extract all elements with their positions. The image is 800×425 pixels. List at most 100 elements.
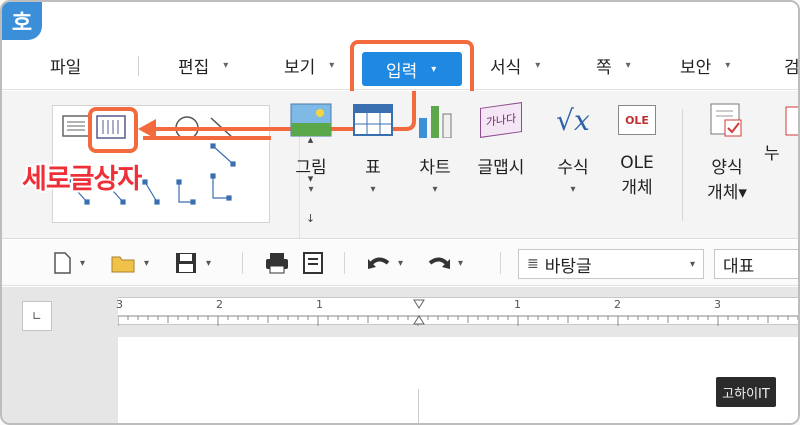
print-preview-icon [303, 252, 323, 274]
paragraph-style-value: 바탕글 [544, 256, 592, 277]
horizontal-ruler[interactable]: 3 2 1 1 2 3 [116, 297, 798, 326]
ruler-label: 3 [116, 298, 123, 311]
app-logo[interactable]: 호 [2, 2, 42, 40]
tool-form-object-label2: 개체▾ [707, 183, 747, 203]
menu-review-label: 검 [784, 57, 800, 78]
save-icon [176, 253, 196, 273]
menu-edit-label: 편집 [178, 57, 210, 78]
tool-partial-label: 누 [764, 144, 780, 164]
chevron-down-icon: ▾ [689, 258, 695, 270]
title-bar: 호 [2, 2, 798, 40]
menu-page[interactable]: 쪽 ▾ [596, 52, 631, 78]
chart-icon [414, 101, 456, 139]
redo-icon [428, 257, 450, 269]
open-button[interactable]: ▾ [110, 250, 149, 276]
vertical-ruler[interactable] [22, 337, 50, 423]
new-document-icon [54, 252, 71, 274]
tool-picture-label: 그림 [295, 158, 327, 178]
tool-picture[interactable]: 그림 ▾ [282, 101, 340, 195]
annotation-label: 세로글상자 [22, 164, 142, 195]
chevron-down-icon: ▾ [570, 184, 576, 195]
ruler-label: 3 [714, 298, 721, 311]
watermark: 고하이IT [716, 377, 776, 407]
chevron-down-icon: ▾ [144, 257, 150, 269]
tool-wordart[interactable]: 가나다 글맵시 [472, 101, 530, 178]
chevron-down-icon: ▾ [223, 59, 229, 71]
redo-button[interactable]: ▾ [426, 250, 463, 276]
document-page[interactable] [118, 337, 798, 423]
menu-security-label: 보안 [680, 57, 712, 78]
chevron-down-icon: ▾ [370, 184, 376, 195]
tool-table[interactable]: 표 ▾ [344, 101, 402, 195]
toolbar-separator [242, 252, 243, 274]
tab-stop-toggle[interactable]: ∟ [22, 301, 52, 331]
menu-file[interactable]: 파일 [50, 52, 81, 78]
chevron-down-icon: ▾ [329, 59, 335, 71]
menu-file-label: 파일 [50, 57, 82, 78]
tool-chart-label: 차트 [419, 158, 451, 178]
tool-partial[interactable]: 누 [764, 101, 798, 164]
menu-format-label: 서식 [490, 57, 522, 78]
tool-wordart-label: 글맵시 [477, 158, 525, 178]
tool-table-label: 표 [365, 158, 381, 178]
menu-page-label: 쪽 [596, 57, 612, 78]
tool-formula[interactable]: √x 수식 ▾ [544, 101, 602, 196]
menu-view-label: 보기 [284, 57, 316, 78]
menu-view[interactable]: 보기 ▾ [284, 52, 334, 78]
chevron-down-icon: ▾ [308, 184, 314, 195]
ole-icon-text: OLE [618, 105, 656, 135]
tool-form-object[interactable]: 양식 개체▾ [698, 101, 756, 203]
chevron-down-icon: ▾ [535, 59, 541, 71]
menu-format[interactable]: 서식 ▾ [490, 52, 540, 78]
formula-icon-text: √x [556, 103, 590, 137]
tool-form-object-label: 양식 [711, 158, 743, 178]
formula-icon: √x [552, 101, 594, 139]
chevron-down-icon: ▾ [80, 257, 86, 269]
undo-button[interactable]: ▾ [366, 250, 403, 276]
ruler-label: 2 [614, 298, 621, 311]
menu-input-label: 입력 [386, 61, 418, 82]
menu-edit[interactable]: 편집 ▾ [178, 52, 228, 78]
toolbar: ▾ ▾ ▾ ▾ ▾ ≣ 바탕글 ▾ 대표 [2, 240, 798, 286]
chevron-down-icon: ▾ [432, 184, 438, 195]
folder-icon [111, 256, 135, 273]
ribbon-separator [682, 109, 683, 221]
wordart-icon-text: 가나다 [480, 102, 522, 138]
chevron-down-icon: ▾ [206, 257, 212, 269]
undo-icon [368, 257, 390, 269]
partial-icon [764, 101, 798, 139]
tool-ole[interactable]: OLE OLE 개체 [608, 101, 666, 198]
table-icon [352, 101, 394, 139]
toolbar-separator [500, 252, 501, 274]
tab-stop-icon: ∟ [31, 309, 43, 323]
ruler-label: 1 [514, 298, 521, 311]
print-button[interactable] [264, 250, 290, 276]
save-button[interactable]: ▾ [174, 250, 211, 276]
picture-icon [290, 101, 332, 139]
font-select[interactable]: 대표 [714, 249, 798, 279]
paragraph-style-select[interactable]: ≣ 바탕글 ▾ [518, 249, 704, 279]
tool-chart[interactable]: 차트 ▾ [406, 101, 464, 195]
chevron-down-icon: ▾ [625, 59, 631, 71]
tool-ole-label: OLE [620, 153, 654, 173]
chevron-down-icon: ▾ [398, 257, 404, 269]
preview-button[interactable] [302, 250, 324, 276]
chevron-down-icon: ▾ [458, 257, 464, 269]
app-window: 호 파일 편집 ▾ 보기 ▾ 서식 ▾ 쪽 ▾ 보안 ▾ 검 입력 ▾ ▴ ▾ … [0, 0, 800, 425]
menu-security[interactable]: 보안 ▾ [680, 52, 730, 78]
tool-ole-label2: 개체 [621, 178, 653, 198]
tool-formula-label: 수식 [557, 158, 589, 178]
form-icon [706, 101, 748, 139]
ruler-label: 1 [316, 298, 323, 311]
toolbar-separator [344, 252, 345, 274]
menu-input[interactable]: 입력 ▾ [362, 52, 462, 86]
menu-separator [138, 56, 139, 76]
font-value: 대표 [723, 256, 755, 277]
printer-icon [266, 253, 288, 274]
workspace: ∟ 3 2 1 1 2 3 [2, 287, 798, 423]
menu-review-partial[interactable]: 검 [784, 52, 800, 78]
wordart-icon: 가나다 [480, 101, 522, 139]
new-document-button[interactable]: ▾ [52, 250, 85, 276]
paragraph-style-icon: ≣ [527, 256, 539, 272]
chevron-down-icon: ▾ [725, 59, 731, 71]
